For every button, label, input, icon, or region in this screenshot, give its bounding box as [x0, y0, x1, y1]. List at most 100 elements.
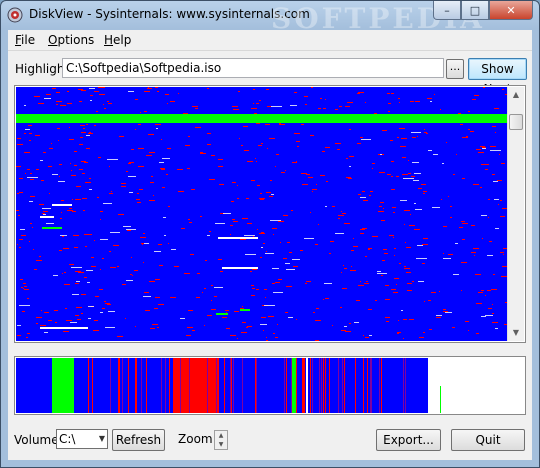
overview-fragment-line: [329, 358, 330, 413]
overview-fragment-line: [325, 358, 326, 413]
menu-file-label: ile: [21, 33, 36, 47]
quit-button[interactable]: Quit: [451, 429, 525, 451]
client-area: File Options Help Highlight: C:\Softpedi…: [8, 30, 532, 460]
disk-cluster-map[interactable]: ▲ ▼: [14, 85, 526, 343]
highlight-streak: [42, 227, 62, 229]
overview-fragment-line: [321, 358, 322, 413]
overview-fragment-line: [141, 358, 142, 413]
refresh-button[interactable]: Refresh: [112, 429, 165, 451]
overview-fragment-line: [119, 358, 120, 413]
menu-help[interactable]: Help: [104, 33, 131, 47]
overview-fragment-line: [344, 358, 345, 413]
scroll-thumb[interactable]: [509, 114, 523, 130]
highlight-streak: [216, 313, 228, 315]
zoom-up-arrow-icon[interactable]: ▲: [215, 431, 227, 440]
overview-fragment-line: [363, 358, 364, 413]
maximize-icon: □: [469, 3, 481, 17]
diskview-app-icon: [7, 7, 23, 23]
minimize-icon: –: [444, 3, 450, 17]
scroll-down-arrow-icon[interactable]: ▼: [508, 325, 524, 341]
overview-fragment-line: [291, 358, 292, 413]
menu-options[interactable]: Options: [48, 33, 94, 47]
used-cluster-area: [16, 87, 508, 341]
zoom-label: Zoom:: [178, 432, 217, 446]
browse-button[interactable]: ...: [446, 59, 464, 79]
overview-fragment-line: [256, 358, 257, 413]
overview-fragment-line: [233, 358, 234, 413]
title-bar[interactable]: DiskView - Sysinternals: www.sysinternal…: [1, 1, 539, 35]
overview-fragment-line: [146, 358, 147, 413]
overview-used-area: [16, 358, 428, 413]
overview-fragment-line: [207, 358, 208, 413]
overview-fragment-line: [338, 358, 339, 413]
overview-fragment-line: [180, 358, 181, 413]
overview-fragment-line: [92, 358, 93, 413]
close-button[interactable]: ✕: [489, 1, 533, 20]
free-streak: [40, 216, 54, 218]
overview-fragment-line: [195, 358, 196, 413]
export-button[interactable]: Export...: [376, 429, 441, 451]
highlight-streak: [240, 309, 250, 311]
zoom-spinner[interactable]: ▲ ▼: [214, 430, 228, 450]
overview-fragment-line: [403, 358, 404, 413]
volume-select[interactable]: C:\ ▼: [56, 429, 108, 449]
highlighted-file-band: [16, 114, 508, 123]
overview-fragment-line: [118, 358, 119, 413]
overview-fragment-line: [169, 358, 170, 413]
overview-fragment-line: [379, 358, 380, 413]
overview-fragment-line: [355, 358, 356, 413]
show-next-button[interactable]: Show Next: [468, 58, 527, 96]
overview-fragment-line: [165, 358, 166, 413]
overview-fragment-line: [405, 358, 406, 413]
overview-fragment-line: [342, 358, 343, 413]
overview-fragment-line: [255, 358, 256, 413]
overview-fragment-line: [136, 358, 137, 413]
overview-fragment-line: [135, 358, 136, 413]
overview-segment: [306, 358, 308, 413]
overview-fragment-line: [218, 358, 219, 413]
overview-segment: [302, 358, 305, 413]
overview-fragment-line: [370, 358, 371, 413]
free-streak: [222, 267, 258, 269]
menu-options-label: ptions: [57, 33, 95, 47]
overview-fragment-line: [224, 358, 225, 413]
minimize-button[interactable]: –: [433, 1, 461, 20]
map-scrollbar[interactable]: ▲ ▼: [507, 87, 524, 341]
overview-fragment-line: [242, 358, 243, 413]
overview-fragment-line: [312, 358, 313, 413]
zoom-down-arrow-icon[interactable]: ▼: [215, 440, 227, 449]
overview-fragment-line: [230, 358, 231, 413]
overview-fragment-line: [173, 358, 174, 413]
overview-highlight-tick: [440, 386, 441, 413]
overview-fragment-line: [284, 358, 285, 413]
free-streak: [40, 327, 88, 329]
overview-fragment-line: [319, 358, 320, 413]
overview-canvas[interactable]: [16, 358, 524, 413]
dropdown-arrow-icon: ▼: [98, 434, 105, 443]
overview-fragment-line: [310, 358, 311, 413]
overview-fragment-line: [367, 358, 368, 413]
scroll-up-arrow-icon[interactable]: ▲: [508, 87, 524, 103]
cluster-map-canvas[interactable]: [16, 87, 508, 341]
overview-fragment-line: [122, 358, 123, 413]
overview-fragment-line: [178, 358, 179, 413]
highlight-input[interactable]: C:\Softpedia\Softpedia.iso: [62, 58, 444, 78]
disk-overview-map[interactable]: [14, 356, 526, 415]
free-streak: [52, 204, 72, 206]
overview-segment: [52, 358, 74, 413]
menu-bar: File Options Help: [8, 30, 532, 51]
overview-fragment-line: [231, 358, 232, 413]
overview-fragment-line: [296, 358, 297, 413]
menu-help-label: elp: [113, 33, 132, 47]
maximize-button[interactable]: □: [461, 1, 489, 20]
menu-file[interactable]: File: [15, 33, 35, 47]
app-window: DiskView - Sysinternals: www.sysinternal…: [0, 0, 540, 468]
overview-fragment-line: [371, 358, 372, 413]
overview-fragment-line: [211, 358, 212, 413]
overview-fragment-line: [286, 358, 287, 413]
close-icon: ✕: [506, 3, 516, 17]
free-streak: [218, 237, 258, 239]
overview-fragment-line: [216, 358, 217, 413]
overview-fragment-line: [128, 358, 129, 413]
window-title: DiskView - Sysinternals: www.sysinternal…: [29, 7, 310, 21]
